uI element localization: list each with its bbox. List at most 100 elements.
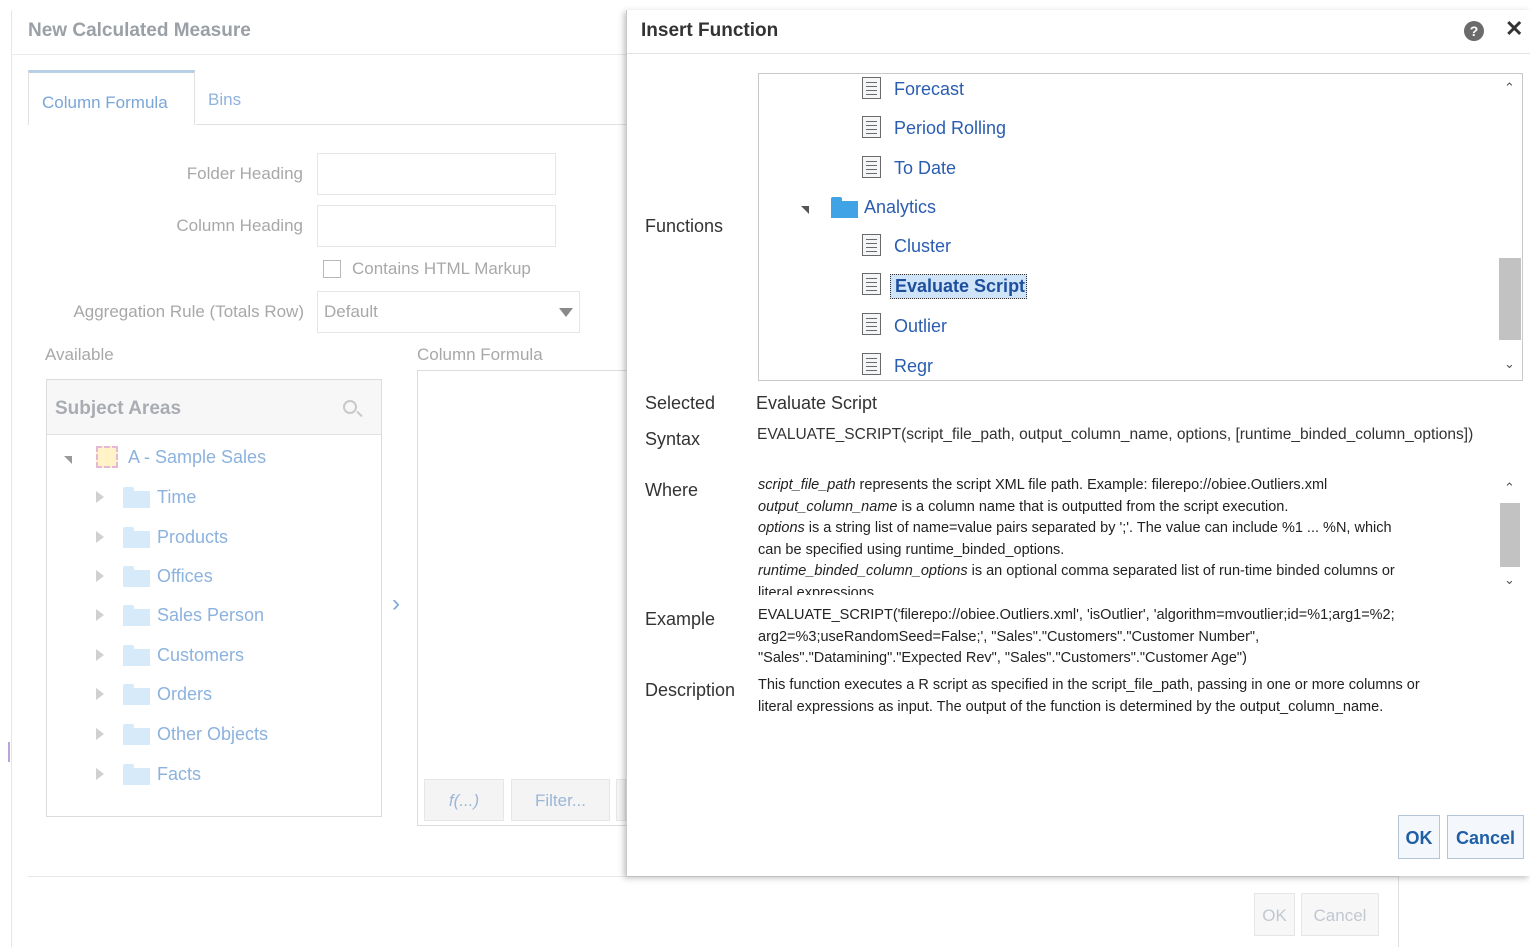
tree-item-offices[interactable]: Offices	[157, 566, 213, 587]
cancel-button[interactable]: Cancel	[1301, 893, 1379, 936]
syntax-value: EVALUATE_SCRIPT(script_file_path, output…	[757, 426, 1474, 443]
contains-html-checkbox[interactable]	[323, 260, 341, 278]
expand-triangle-icon[interactable]	[96, 570, 104, 582]
where-desc: is a column name that is outputted from …	[897, 498, 1289, 515]
expand-triangle-icon[interactable]	[96, 728, 104, 740]
more-button-partial[interactable]	[616, 779, 626, 821]
expand-triangle-icon[interactable]	[96, 688, 104, 700]
scroll-up-icon[interactable]: ⌃	[1504, 80, 1515, 96]
folder-icon	[123, 645, 150, 666]
expand-triangle-icon[interactable]	[96, 649, 104, 661]
tree-item-to-date[interactable]: To Date	[894, 158, 956, 179]
function-doc-icon	[862, 116, 881, 138]
description-line: literal expressions as input. The output…	[758, 698, 1384, 715]
insert-function-button[interactable]: f(...)	[424, 779, 504, 821]
close-icon[interactable]: ✕	[1505, 16, 1523, 42]
example-line: "Sales"."Datamining"."Expected Rev", "Sa…	[758, 650, 1247, 666]
example-line: EVALUATE_SCRIPT('filerepo://obiee.Outlie…	[758, 607, 1395, 623]
where-term: script_file_path	[758, 477, 856, 493]
folder-heading-input[interactable]	[317, 153, 556, 195]
where-desc: represents the script XML file path. Exa…	[855, 477, 1328, 493]
filter-button[interactable]: Filter...	[511, 779, 610, 821]
where-line: options is a string list of name=value p…	[758, 518, 1392, 540]
example-line: arg2=%3;useRandomSeed=False;', "Sales"."…	[758, 628, 1260, 645]
where-desc: is an optional comma separated list of r…	[967, 563, 1395, 579]
folder-icon	[123, 764, 150, 785]
expand-triangle-icon[interactable]	[96, 609, 104, 621]
where-line: output_column_name is a column name that…	[758, 497, 1288, 519]
folder-icon	[123, 605, 150, 626]
where-desc: can be specified using runtime_binded_op…	[758, 541, 1065, 558]
description-line: This function executes a R script as spe…	[758, 677, 1420, 693]
scroll-up-icon[interactable]: ⌃	[1504, 480, 1515, 496]
tree-item-period-rolling[interactable]: Period Rolling	[894, 118, 1006, 139]
column-heading-label: Column Heading	[176, 216, 303, 235]
help-icon[interactable]: ?	[1464, 21, 1484, 41]
ok-button[interactable]: OK	[1398, 815, 1440, 859]
where-line: can be specified using runtime_binded_op…	[758, 540, 1064, 562]
where-line: script_file_path represents the script X…	[758, 475, 1327, 497]
column-heading-input[interactable]	[317, 205, 556, 247]
where-term: runtime_binded_column_options	[758, 563, 968, 579]
function-doc-icon	[862, 156, 881, 178]
folder-heading-label: Folder Heading	[186, 164, 303, 183]
search-icon[interactable]	[343, 400, 357, 414]
tab-divider	[196, 124, 626, 125]
tree-item-customers[interactable]: Customers	[157, 645, 244, 666]
collapse-triangle-icon[interactable]	[64, 456, 72, 464]
expand-triangle-icon[interactable]	[96, 491, 104, 503]
where-term: options	[758, 520, 805, 536]
column-formula-editor[interactable]	[417, 370, 627, 826]
expand-triangle-icon[interactable]	[96, 531, 104, 543]
tree-item-outlier[interactable]: Outlier	[894, 316, 947, 337]
tree-item-sales-person[interactable]: Sales Person	[157, 605, 264, 626]
ok-button[interactable]: OK	[1254, 893, 1295, 936]
tree-item-products[interactable]: Products	[157, 527, 228, 548]
left-edge-marker	[8, 742, 10, 762]
tree-item-cluster[interactable]: Cluster	[894, 236, 951, 257]
folder-icon	[123, 527, 150, 548]
scroll-down-icon[interactable]: ⌄	[1504, 572, 1515, 588]
subject-areas-title: Subject Areas	[55, 398, 182, 419]
move-right-chevron-icon[interactable]: ›	[392, 590, 400, 618]
collapse-triangle-icon[interactable]	[801, 206, 809, 214]
scroll-down-icon[interactable]: ⌄	[1504, 356, 1515, 372]
where-line: runtime_binded_column_options is an opti…	[758, 561, 1395, 583]
tree-item-facts[interactable]: Facts	[157, 764, 201, 785]
tree-item-other-objects[interactable]: Other Objects	[157, 724, 268, 745]
folder-icon	[123, 487, 150, 508]
column-formula-label: Column Formula	[417, 345, 543, 364]
where-text-area[interactable]: script_file_path represents the script X…	[758, 475, 1498, 595]
selected-value: Evaluate Script	[756, 393, 878, 413]
function-doc-icon	[862, 353, 881, 375]
tree-item-time[interactable]: Time	[157, 487, 196, 508]
tree-item-evaluate-script[interactable]: Evaluate Script	[895, 276, 1025, 297]
available-label: Available	[45, 345, 114, 364]
folder-icon	[831, 197, 858, 218]
where-scrollbar-thumb[interactable]	[1500, 503, 1520, 567]
contains-html-label: Contains HTML Markup	[352, 259, 531, 278]
selected-label: Selected	[645, 393, 716, 413]
expand-triangle-icon[interactable]	[96, 768, 104, 780]
tree-scrollbar-thumb[interactable]	[1499, 258, 1521, 340]
tree-item-orders[interactable]: Orders	[157, 684, 212, 705]
dialog-title: New Calculated Measure	[28, 20, 251, 41]
where-line: literal expressions	[758, 583, 874, 596]
tree-item-regr[interactable]: Regr	[894, 356, 933, 377]
title-divider	[627, 53, 1530, 54]
tab-bins[interactable]: Bins	[208, 90, 241, 110]
cancel-button[interactable]: Cancel	[1447, 815, 1524, 859]
subject-areas-panel: Subject Areas	[46, 379, 382, 817]
function-doc-icon	[862, 234, 881, 256]
folder-icon	[123, 566, 150, 587]
tab-column-formula[interactable]: Column Formula	[28, 70, 195, 125]
subject-areas-header: Subject Areas	[47, 380, 381, 435]
subject-area-icon	[96, 446, 118, 468]
where-desc: is a string list of name=value pairs sep…	[804, 520, 1392, 536]
tree-item-analytics[interactable]: Analytics	[864, 197, 936, 218]
folder-icon	[123, 724, 150, 745]
aggregation-rule-label: Aggregation Rule (Totals Row)	[73, 302, 304, 321]
chevron-down-icon[interactable]	[559, 308, 573, 317]
subject-area-root[interactable]: A - Sample Sales	[128, 447, 266, 468]
tree-item-forecast[interactable]: Forecast	[894, 79, 964, 100]
